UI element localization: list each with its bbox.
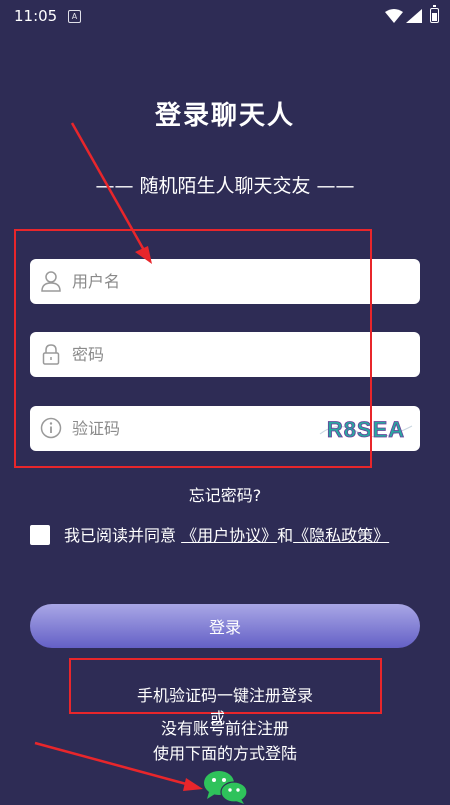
wifi-icon	[385, 9, 403, 23]
phone-login-link[interactable]: 手机验证码一键注册登录	[0, 682, 450, 706]
or-label: 或	[210, 709, 226, 727]
password-field[interactable]	[30, 332, 420, 377]
login-button[interactable]: 登录	[30, 604, 420, 648]
user-agreement-link[interactable]: 《用户协议》	[181, 526, 277, 545]
lock-icon	[42, 344, 60, 365]
captcha-field[interactable]: R8SEA	[30, 406, 420, 451]
captcha-input[interactable]	[72, 406, 272, 451]
privacy-policy-link[interactable]: 《隐私政策》	[293, 526, 389, 545]
status-bar: 11:05 A	[0, 0, 450, 34]
captcha-image[interactable]: R8SEA	[318, 414, 414, 444]
password-input[interactable]	[72, 332, 302, 377]
battery-icon	[430, 5, 439, 23]
forgot-password-link[interactable]: 忘记密码?	[0, 482, 450, 506]
other-login-methods-label: 使用下面的方式登陆	[152, 744, 297, 763]
page-title: 登录聊天人	[154, 101, 295, 131]
agreement-and: 和	[277, 526, 294, 545]
agreement-prefix: 我已阅读并同意	[64, 526, 177, 545]
agreement-checkbox[interactable]	[30, 525, 50, 545]
info-icon	[40, 417, 62, 439]
username-field[interactable]	[30, 259, 420, 304]
user-icon	[41, 271, 61, 292]
notification-icon: A	[68, 10, 81, 23]
signal-icon	[406, 9, 422, 23]
svg-text:R8SEA: R8SEA	[327, 417, 405, 442]
username-input[interactable]	[72, 259, 302, 304]
status-time: 11:05	[14, 7, 58, 25]
page-subtitle: —— 随机陌生人聊天交友 ——	[95, 175, 355, 197]
agreement-row: 我已阅读并同意 《用户协议》和《隐私政策》	[30, 521, 425, 551]
